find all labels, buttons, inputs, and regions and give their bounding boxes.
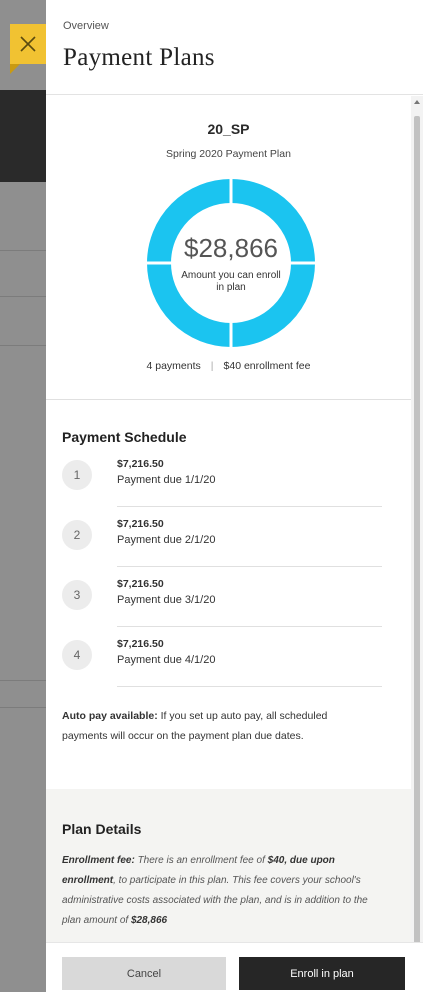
plan-amount-reference: $28,866 [130,915,168,926]
details-text-part1: There is an enrollment fee of [134,855,268,866]
background-dark-block [0,90,46,182]
payment-row: 2 $7,216.50 Payment due 2/1/20 [62,512,382,572]
scroll-up-arrow-icon[interactable] [414,100,420,104]
background-divider [0,345,46,346]
row-divider [117,566,382,567]
background-divider [0,707,46,708]
plan-meta: 4 payments | $40 enrollment fee [46,360,411,372]
plan-code: 20_SP [207,121,250,137]
autopay-note: Auto pay available: If you set up auto p… [62,706,362,746]
payment-amount: $7,216.50 [117,458,164,470]
payment-plans-panel: Overview Payment Plans 20_SP Spring 2020… [46,0,423,992]
scrollbar[interactable] [411,96,423,970]
background-divider [0,680,46,681]
payment-amount: $7,216.50 [117,638,164,650]
enroll-in-plan-button[interactable]: Enroll in plan [239,957,405,990]
payment-amount: $7,216.50 [117,518,164,530]
autopay-label: Auto pay available: [62,710,158,722]
amount-donut: $28,866 Amount you can enroll in plan [146,178,316,348]
payment-number-badge: 1 [62,460,92,490]
plan-name: Spring 2020 Payment Plan [166,148,291,160]
payment-due-date: Payment due 3/1/20 [117,594,216,606]
background-divider [0,296,46,297]
panel-header: Overview Payment Plans [46,0,423,95]
cancel-button[interactable]: Cancel [62,957,226,990]
background-divider [0,250,46,251]
plan-amount: $28,866 [184,233,278,263]
payment-row: 1 $7,216.50 Payment due 1/1/20 [62,452,382,512]
payment-count: 4 payments [146,360,201,372]
plan-amount-caption: Amount you can enroll in plan [181,270,281,293]
plan-details-text: Enrollment fee: There is an enrollment f… [62,851,384,931]
plan-summary: 20_SP Spring 2020 Payment Plan $28,866 A… [46,96,411,400]
close-button[interactable] [10,24,46,74]
payment-number-badge: 3 [62,580,92,610]
close-icon [20,36,36,52]
row-divider [117,626,382,627]
background-page [0,0,46,992]
payment-row: 3 $7,216.50 Payment due 3/1/20 [62,572,382,632]
payment-row: 4 $7,216.50 Payment due 4/1/20 [62,632,382,692]
panel-content: 20_SP Spring 2020 Payment Plan $28,866 A… [46,96,423,943]
page-title: Payment Plans [63,44,215,71]
row-divider [117,506,382,507]
plan-details-heading: Plan Details [62,821,142,837]
payment-due-date: Payment due 4/1/20 [117,654,216,666]
breadcrumb-overview[interactable]: Overview [63,20,109,32]
payment-due-date: Payment due 2/1/20 [117,534,216,546]
meta-separator: | [210,360,214,372]
payment-due-date: Payment due 1/1/20 [117,474,216,486]
panel-footer: Cancel Enroll in plan [46,942,423,992]
section-divider [46,399,411,400]
payment-amount: $7,216.50 [117,578,164,590]
row-divider [117,686,382,687]
scrollbar-thumb[interactable] [414,116,420,951]
schedule-heading: Payment Schedule [62,429,187,445]
payment-number-badge: 2 [62,520,92,550]
payment-number-badge: 4 [62,640,92,670]
enrollment-fee: $40 enrollment fee [223,360,311,372]
fee-label: Enrollment fee: [62,855,135,866]
plan-details-section: Plan Details Enrollment fee: There is an… [46,789,411,943]
